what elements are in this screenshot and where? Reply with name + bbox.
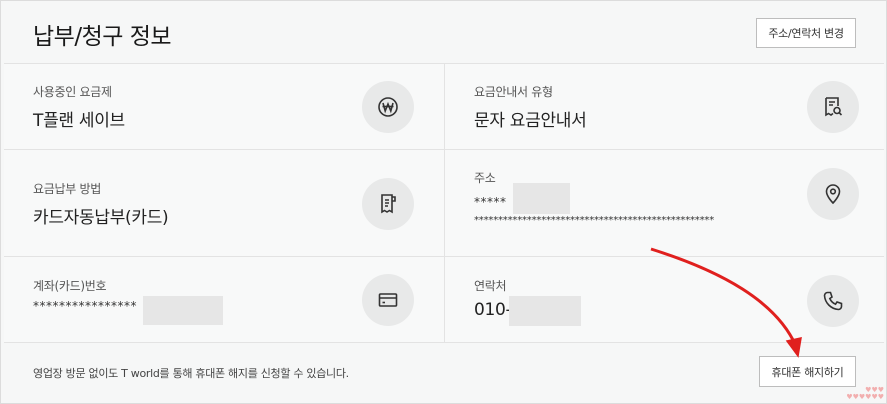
plan-value: T플랜 세이브: [33, 111, 125, 131]
bill-type-value: 문자 요금안내서: [474, 111, 587, 131]
cancel-phone-service-button[interactable]: 휴대폰 해지하기: [759, 356, 856, 387]
account-redaction: [143, 296, 223, 325]
bill-type-label: 요금안내서 유형: [474, 85, 553, 99]
receipt-icon: [362, 178, 414, 230]
bill-type-cell: 요금안내서 유형 문자 요금안내서: [445, 64, 884, 150]
payment-method-label: 요금납부 방법: [33, 182, 101, 196]
watermark-logo: ♥♥♥ ♥♥♥♥♥♥: [846, 386, 884, 401]
info-grid: 사용중인 요금제 T플랜 세이브 요금안내서 유형 문자 요금안내서 요금납부 …: [4, 63, 884, 343]
address-redaction: [513, 183, 570, 214]
billing-info-panel: 납부/청구 정보 주소/연락처 변경 사용중인 요금제 T플랜 세이브 요금안내…: [0, 0, 887, 404]
address-line2: ****************************************…: [474, 215, 715, 226]
plan-label: 사용중인 요금제: [33, 85, 112, 99]
card-icon: [362, 274, 414, 326]
account-cell: 계좌(카드)번호 ****************: [4, 257, 445, 343]
contact-cell: 연락처 010-: [445, 257, 884, 343]
address-cell: 주소 ***** *******************************…: [445, 150, 884, 257]
page-title: 납부/청구 정보: [33, 24, 172, 50]
panel-header: 납부/청구 정보 주소/연락처 변경: [1, 1, 886, 63]
contact-redaction: [509, 296, 581, 326]
account-label: 계좌(카드)번호: [33, 279, 107, 293]
won-icon: [362, 81, 414, 133]
payment-method-cell: 요금납부 방법 카드자동납부(카드): [4, 150, 445, 257]
bill-search-icon: [807, 81, 859, 133]
change-address-contact-button[interactable]: 주소/연락처 변경: [756, 18, 856, 48]
account-value: ****************: [33, 299, 137, 313]
contact-value: 010-: [474, 300, 512, 320]
plan-cell: 사용중인 요금제 T플랜 세이브: [4, 64, 445, 150]
address-line1: *****: [474, 195, 507, 209]
payment-method-value: 카드자동납부(카드): [33, 208, 169, 228]
phone-icon: [807, 275, 859, 327]
location-pin-icon: [807, 168, 859, 220]
address-label: 주소: [474, 171, 496, 185]
footer-notice: 영업장 방문 없이도 T world를 통해 휴대폰 해지를 신청할 수 있습니…: [33, 367, 349, 380]
contact-label: 연락처: [474, 279, 507, 293]
